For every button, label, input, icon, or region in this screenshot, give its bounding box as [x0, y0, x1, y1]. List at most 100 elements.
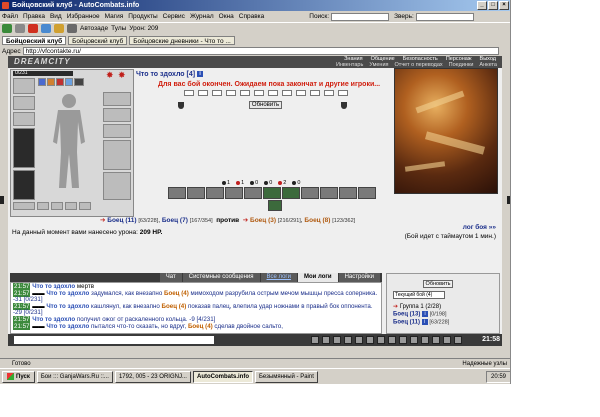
taskbar-item[interactable]: Бои ::: GanjaWars.Ru ::...	[36, 370, 113, 383]
boots-slot[interactable]	[103, 172, 131, 200]
forward-icon[interactable]	[15, 24, 25, 33]
weapon-slot[interactable]	[13, 128, 35, 168]
chat-name[interactable]: Что то здохло	[46, 323, 89, 330]
fighter-link[interactable]: Боец (11)	[393, 320, 420, 326]
minimize-button[interactable]: _	[477, 1, 487, 10]
amulet-slot[interactable]	[13, 112, 35, 126]
menu-edit[interactable]: Правка	[23, 13, 45, 20]
skill-icon[interactable]	[301, 187, 319, 199]
action-icon[interactable]	[311, 336, 319, 344]
menu-products[interactable]: Продукты	[128, 13, 157, 20]
skill-icon[interactable]	[244, 187, 262, 199]
tab-settings[interactable]: Настройки	[338, 273, 380, 282]
earring-slot[interactable]	[13, 96, 35, 110]
ring-slot[interactable]	[103, 124, 131, 138]
fighter-link[interactable]: Боец (11)	[107, 217, 136, 224]
action-icon[interactable]	[344, 336, 352, 344]
strike-checkbox[interactable]	[184, 90, 194, 96]
stop-icon[interactable]	[28, 24, 38, 33]
skill-icon[interactable]	[263, 187, 281, 199]
strike-checkbox[interactable]	[198, 90, 208, 96]
strike-checkbox[interactable]	[254, 90, 264, 96]
skill-icon[interactable]	[225, 187, 243, 199]
tab-fight-club-2[interactable]: Бойцовский клуб	[68, 36, 128, 45]
tools-button[interactable]: Тулы	[111, 25, 126, 32]
strike-checkbox[interactable]	[240, 90, 250, 96]
menu-windows[interactable]: Окна	[219, 13, 234, 20]
refresh-icon[interactable]	[41, 24, 51, 33]
strike-checkbox[interactable]	[324, 90, 334, 96]
action-icon[interactable]	[410, 336, 418, 344]
action-icon[interactable]	[355, 336, 363, 344]
menu-file[interactable]: Файл	[2, 13, 18, 20]
chat-hit[interactable]: Боец (4)	[164, 290, 189, 297]
scroll-left-icon[interactable]	[0, 196, 4, 204]
fighter-link[interactable]: Боец (13)	[393, 312, 420, 318]
nav-skills[interactable]: Умения	[366, 62, 391, 68]
chat-hit[interactable]: Боец (4)	[162, 303, 187, 310]
skill-icon[interactable]	[358, 187, 376, 199]
beast-input[interactable]	[415, 12, 474, 21]
action-icon[interactable]	[443, 336, 451, 344]
info-icon[interactable]: i	[197, 71, 204, 78]
taskbar-item[interactable]: Безымянный - Paint	[254, 370, 318, 383]
menu-view[interactable]: Вид	[50, 13, 62, 20]
skill-icon[interactable]	[339, 187, 357, 199]
skill-icon[interactable]	[206, 187, 224, 199]
close-button[interactable]: ×	[499, 1, 509, 10]
ring-slot[interactable]	[103, 108, 131, 122]
armor-slot[interactable]	[13, 170, 35, 200]
address-input[interactable]: http://vfcontakte.ru/	[22, 47, 499, 55]
action-icon[interactable]	[333, 336, 341, 344]
pocket-slot[interactable]	[65, 202, 77, 210]
maximize-button[interactable]: □	[488, 1, 498, 10]
chat-input[interactable]	[14, 336, 214, 344]
strike-checkbox[interactable]	[268, 90, 278, 96]
start-button[interactable]: Пуск	[2, 370, 35, 383]
home-icon[interactable]	[54, 24, 64, 33]
battle-log-link[interactable]: лог боя »»	[463, 224, 496, 231]
battle-select[interactable]: Текущий бой (4)	[393, 291, 445, 299]
strike-checkbox[interactable]	[338, 90, 348, 96]
skill-icon[interactable]	[268, 200, 282, 211]
menu-magic[interactable]: Магия	[105, 13, 124, 20]
strike-checkbox[interactable]	[226, 90, 236, 96]
chat-name[interactable]: Что то здохло	[46, 290, 89, 297]
action-icon[interactable]	[388, 336, 396, 344]
helmet-slot[interactable]	[13, 78, 35, 94]
menu-journal[interactable]: Журнал	[190, 13, 214, 20]
action-icon[interactable]	[432, 336, 440, 344]
action-icon[interactable]	[399, 336, 407, 344]
skill-icon[interactable]	[187, 187, 205, 199]
scroll-right-icon[interactable]	[507, 196, 510, 204]
chat-name[interactable]: Что то здохло	[46, 303, 89, 310]
panel-refresh-button[interactable]: Обновить	[423, 280, 453, 288]
strike-checkbox[interactable]	[296, 90, 306, 96]
autofill-button[interactable]: Автозаде	[80, 25, 108, 32]
skill-icon[interactable]	[168, 187, 186, 199]
action-icon[interactable]	[322, 336, 330, 344]
skill-icon[interactable]	[282, 187, 300, 199]
back-icon[interactable]	[2, 24, 12, 33]
menu-favorites[interactable]: Избранное	[67, 13, 100, 20]
menu-service[interactable]: Сервис	[163, 13, 185, 20]
fighter-link[interactable]: Боец (7)	[162, 217, 188, 224]
tab-diaries[interactable]: Бойцовские дневники - Что то ...	[129, 36, 235, 45]
action-icon[interactable]	[377, 336, 385, 344]
search-input[interactable]	[331, 12, 390, 21]
nav-inventory[interactable]: Инвентарь	[333, 62, 366, 68]
menu-help[interactable]: Справка	[239, 13, 265, 20]
refresh-button[interactable]: Обновить	[249, 101, 282, 109]
strike-checkbox[interactable]	[212, 90, 222, 96]
tab-all-logs[interactable]: Все логи	[260, 273, 297, 282]
pocket-slot[interactable]	[79, 202, 91, 210]
print-icon[interactable]	[67, 24, 77, 33]
tab-fight-club-1[interactable]: Бойцовский клуб	[2, 36, 67, 45]
action-icon[interactable]	[421, 336, 429, 344]
strike-checkbox[interactable]	[310, 90, 320, 96]
tab-my-logs[interactable]: Мои логи	[297, 273, 338, 282]
fighter-link[interactable]: Боец (8)	[304, 217, 330, 224]
pocket-slot[interactable]	[37, 202, 49, 210]
taskbar-item[interactable]: 1792, 005 - 23 ORIGNJ...	[114, 370, 191, 383]
shield-slot[interactable]	[103, 140, 131, 170]
